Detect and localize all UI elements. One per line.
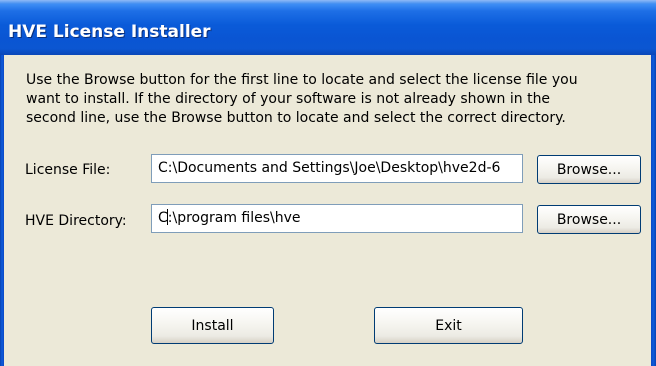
hve-directory-value-end: :\program files\hve — [167, 210, 301, 226]
instructions-line-3: second line, use the Browse button to lo… — [26, 110, 566, 126]
license-file-input[interactable]: C:\Documents and Settings\Joe\Desktop\hv… — [151, 154, 523, 183]
window-frame-right — [651, 55, 656, 366]
window-frame-left — [0, 55, 4, 366]
window-title: HVE License Installer — [8, 22, 211, 42]
hve-directory-label: HVE Directory: — [25, 213, 127, 229]
license-file-browse-button[interactable]: Browse... — [537, 155, 641, 184]
instructions-text: Use the Browse button for the first line… — [26, 71, 646, 128]
title-bar-highlight — [0, 0, 656, 4]
hve-directory-browse-button[interactable]: Browse... — [537, 205, 641, 234]
exit-button[interactable]: Exit — [374, 307, 523, 344]
title-bar[interactable]: HVE License Installer — [0, 0, 656, 55]
install-button[interactable]: Install — [151, 307, 274, 344]
installer-window: HVE License Installer Use the Browse but… — [0, 0, 656, 366]
instructions-line-2: want to install. If the directory of you… — [26, 91, 551, 107]
instructions-line-1: Use the Browse button for the first line… — [26, 72, 578, 88]
license-file-label: License File: — [25, 162, 111, 178]
hve-directory-input[interactable]: C:\program files\hve — [151, 204, 523, 233]
license-file-value: C:\Documents and Settings\Joe\Desktop\hv… — [158, 160, 501, 176]
